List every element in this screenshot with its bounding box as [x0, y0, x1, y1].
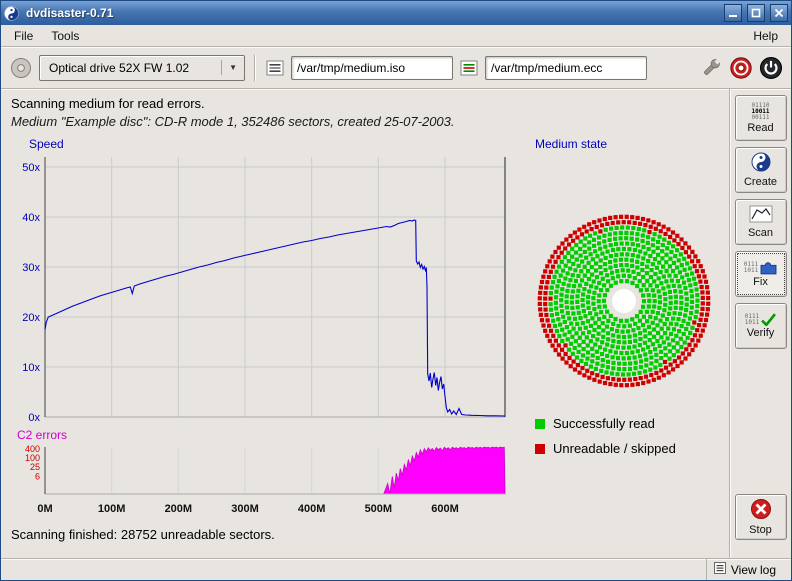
svg-text:500M: 500M: [365, 503, 393, 515]
titlebar: dvdisaster-0.71: [1, 1, 791, 25]
legend: Successfully read Unreadable / skipped: [535, 416, 676, 456]
scan-button-label: Scan: [748, 227, 773, 239]
medium-state-title: Medium state: [535, 137, 607, 151]
svg-text:400M: 400M: [298, 503, 326, 515]
view-log-button[interactable]: View log: [706, 559, 783, 580]
window-title: dvdisaster-0.71: [23, 6, 719, 20]
stop-button[interactable]: Stop: [735, 494, 787, 540]
charts-row: Speed 0x 10x 20x 30x 40x 50x C2 errors 400100…: [1, 131, 729, 542]
x-axis-labels: 0M 100M 200M 300M 400M 500M 600M: [5, 499, 510, 517]
disc-wrap: [536, 213, 712, 392]
fix-button[interactable]: 0111 1011 Fix: [735, 251, 787, 297]
svg-text:40x: 40x: [22, 212, 40, 224]
fix-button-label: Fix: [753, 276, 768, 288]
c2-chart: 400100256: [5, 444, 510, 496]
svg-text:600M: 600M: [431, 503, 459, 515]
status-lines: Scanning medium for read errors. Medium …: [1, 89, 729, 131]
minimize-button[interactable]: [724, 4, 742, 22]
ecc-file-icon[interactable]: [459, 58, 479, 78]
scan-graph-icon: [749, 205, 773, 226]
svg-text:100M: 100M: [98, 503, 126, 515]
svg-text:200M: 200M: [165, 503, 193, 515]
read-button-label: Read: [747, 122, 773, 134]
fix-puzzle-icon: 0111 1011: [744, 260, 777, 275]
medium-state-panel: Medium state Successfully read Unreadabl…: [519, 131, 729, 542]
svg-text:6: 6: [35, 471, 40, 481]
legend-label-read: Successfully read: [553, 416, 655, 431]
chevron-down-icon: ▼: [221, 60, 240, 75]
create-button-label: Create: [744, 176, 777, 188]
menu-file[interactable]: File: [5, 27, 42, 45]
svg-text:20x: 20x: [22, 312, 40, 324]
action-sidebar: 01110 10011 00111 Read Create: [729, 89, 791, 558]
iso-path-input[interactable]: [291, 56, 453, 80]
drive-selector-value: Optical drive 52X FW 1.02: [49, 61, 189, 75]
svg-text:30x: 30x: [22, 262, 40, 274]
log-icon: [714, 562, 726, 577]
verify-button-label: Verify: [747, 327, 775, 339]
drive-selector[interactable]: Optical drive 52X FW 1.02 ▼: [39, 55, 245, 81]
svg-text:50x: 50x: [22, 162, 40, 174]
binary-read-icon: 01110 10011 00111: [751, 103, 769, 121]
close-button[interactable]: [770, 4, 788, 22]
chart-column: Speed 0x 10x 20x 30x 40x 50x C2 errors 400100…: [1, 131, 519, 542]
stop-button-label: Stop: [749, 524, 772, 536]
verify-button[interactable]: 0111 1011 Verify: [735, 303, 787, 349]
legend-swatch-read: [535, 419, 545, 429]
statusbar: View log: [1, 558, 791, 580]
speed-chart: 0x 10x 20x 30x 40x 50x: [5, 151, 510, 423]
svg-text:300M: 300M: [231, 503, 259, 515]
read-button[interactable]: 01110 10011 00111 Read: [735, 95, 787, 141]
drive-disc-icon[interactable]: [9, 56, 33, 80]
c2-chart-title: C2 errors: [17, 428, 519, 442]
quit-power-icon[interactable]: [759, 56, 783, 80]
verify-check-icon: 0111 1011: [745, 313, 776, 326]
legend-item-unreadable: Unreadable / skipped: [535, 441, 676, 456]
legend-label-unreadable: Unreadable / skipped: [553, 441, 676, 456]
main-panel: Scanning medium for read errors. Medium …: [1, 89, 729, 558]
menu-tools[interactable]: Tools: [42, 27, 88, 45]
view-log-label: View log: [731, 563, 776, 577]
scan-result: Scanning finished: 28752 unreadable sect…: [11, 527, 519, 542]
content-area: Scanning medium for read errors. Medium …: [1, 89, 791, 558]
legend-item-read: Successfully read: [535, 416, 676, 431]
iso-file-icon[interactable]: [265, 58, 285, 78]
svg-text:10x: 10x: [22, 362, 40, 374]
toolbar-separator: [254, 55, 256, 81]
menubar: File Tools Help: [1, 25, 791, 47]
legend-swatch-unreadable: [535, 444, 545, 454]
preferences-wrench-icon[interactable]: [699, 56, 723, 80]
svg-text:0M: 0M: [37, 503, 52, 515]
speed-chart-title: Speed: [29, 137, 519, 151]
scan-button[interactable]: Scan: [735, 199, 787, 245]
status-message: Scanning medium for read errors.: [11, 96, 719, 111]
medium-info: Medium "Example disc": CD-R mode 1, 3524…: [11, 114, 719, 129]
ecc-path-input[interactable]: [485, 56, 647, 80]
stop-icon: [750, 498, 772, 523]
yin-yang-icon: [751, 152, 771, 175]
disc-graphic: [536, 213, 712, 389]
app-icon: [4, 6, 19, 21]
menu-help[interactable]: Help: [744, 27, 787, 45]
maximize-button[interactable]: [747, 4, 765, 22]
app-window: dvdisaster-0.71 File Tools Help Optical …: [0, 0, 792, 581]
svg-text:0x: 0x: [28, 412, 40, 423]
create-button[interactable]: Create: [735, 147, 787, 193]
toolbar: Optical drive 52X FW 1.02 ▼: [1, 47, 791, 89]
dvdisaster-logo-icon[interactable]: [729, 56, 753, 80]
